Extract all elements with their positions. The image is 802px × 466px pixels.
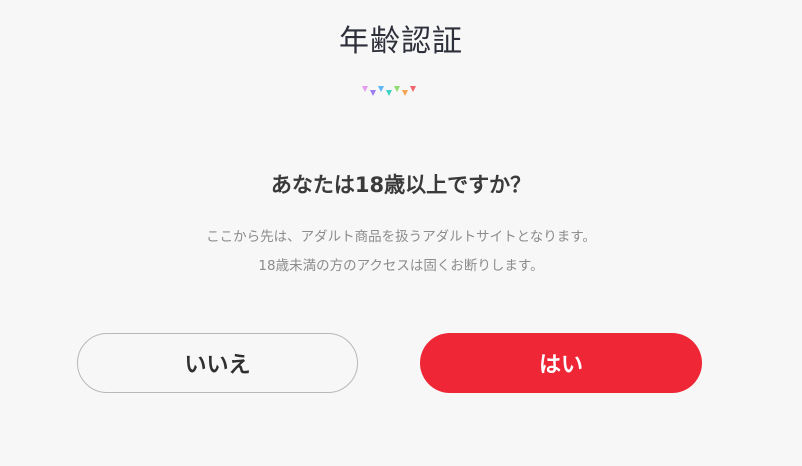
warning-text-line-2: 18歳未満の方のアクセスは固くお断りします。 <box>258 258 544 274</box>
bunting-flag <box>394 86 400 92</box>
bunting-flag <box>370 90 376 96</box>
bunting-flag <box>378 86 384 92</box>
no-button-label: いいえ <box>184 353 251 378</box>
bunting-flag <box>410 86 416 92</box>
bunting-icon <box>362 86 416 96</box>
bunting-flag <box>386 90 392 96</box>
warning-text-line-1: ここから先は、アダルト商品を扱うアダルトサイトとなります。 <box>206 229 596 245</box>
bunting-flag <box>402 90 408 96</box>
age-question: あなたは18歳以上ですか？ <box>270 173 532 197</box>
yes-button-label: はい <box>538 353 583 378</box>
age-verification-page: 年齢認証 あなたは18歳以上ですか？ ここから先は、アダルト商品を扱うアダルトサ… <box>0 0 802 466</box>
no-button[interactable]: いいえ <box>77 333 358 393</box>
yes-button[interactable]: はい <box>420 333 702 393</box>
page-title: 年齢認証 <box>339 24 463 59</box>
bunting-flag <box>362 86 368 92</box>
